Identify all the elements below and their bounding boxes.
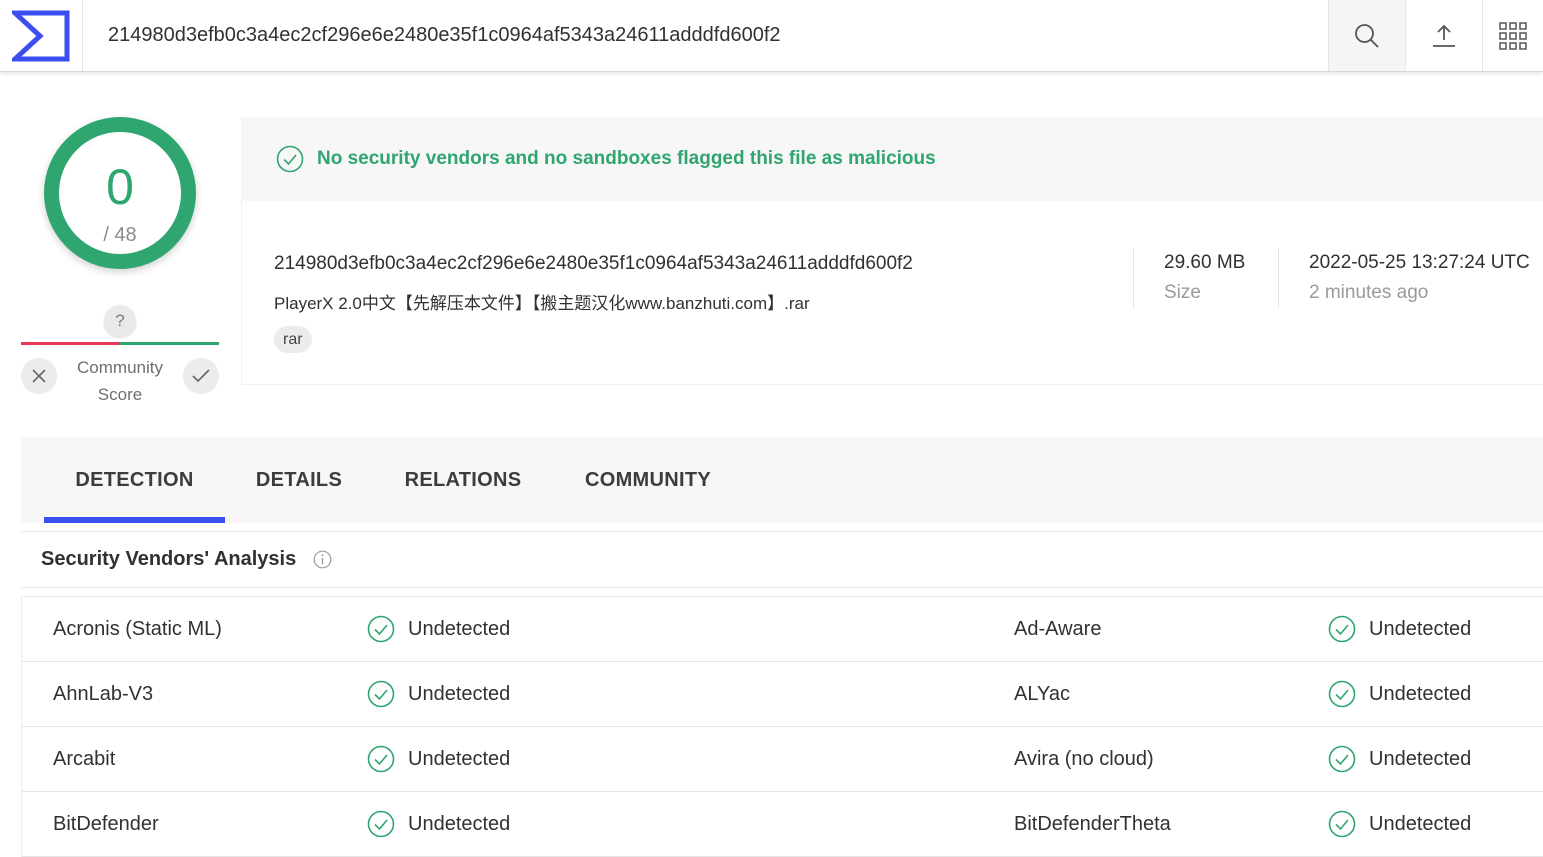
analysis-date-value: 2022-05-25 13:27:24 UTC <box>1309 252 1530 273</box>
community-bar-positive <box>120 342 219 345</box>
vendor-result: Undetected <box>367 597 510 661</box>
table-row: Arcabit Undetected Avira (no cloud) Undetec… <box>22 727 1543 792</box>
vendor-result: Undetected <box>1328 597 1471 661</box>
top-bar <box>0 0 1543 72</box>
vendor-result-label: Undetected <box>408 617 511 640</box>
tab-community[interactable]: COMMUNITY <box>563 437 733 523</box>
table-row: Acronis (Static ML) Undetected Ad-Aware Und… <box>22 597 1543 662</box>
vendor-result-label: Undetected <box>408 747 511 770</box>
info-icon[interactable] <box>313 550 332 569</box>
detection-count: 0 <box>106 159 134 215</box>
vendor-name: BitDefender <box>53 813 159 835</box>
vendor-name: ALYac <box>1014 683 1070 705</box>
vendor-result: Undetected <box>1328 727 1471 791</box>
search-input[interactable] <box>83 0 1328 71</box>
close-icon <box>32 369 46 383</box>
check-circle-icon <box>367 680 395 708</box>
community-label-line2: Score <box>97 385 143 404</box>
report-tabs: DETECTION DETAILS RELATIONS COMMUNITY <box>21 437 1543 523</box>
file-name: PlayerX 2.0中文【先解压本文件】【搬主题汉化www.banzhuti.… <box>274 294 810 313</box>
check-circle-icon <box>367 810 395 838</box>
vendor-result-label: Undetected <box>1369 617 1472 640</box>
file-info-card: 214980d3efb0c3a4ec2cf296e6e2480e35f1c096… <box>241 201 1543 385</box>
vendor-result: Undetected <box>1328 662 1471 726</box>
vendor-result: Undetected <box>367 727 510 791</box>
check-circle-icon <box>1328 680 1356 708</box>
check-circle-icon <box>1328 810 1356 838</box>
active-tab-indicator <box>44 517 225 523</box>
check-circle-icon <box>367 745 395 773</box>
vote-harmless-button[interactable] <box>183 358 219 394</box>
search-button[interactable] <box>1328 0 1406 71</box>
vote-harmful-button[interactable] <box>21 358 57 394</box>
check-circle-icon <box>1328 745 1356 773</box>
vendor-name: BitDefenderTheta <box>1014 813 1171 835</box>
upload-button[interactable] <box>1406 0 1482 71</box>
verdict-message: No security vendors and no sandboxes fla… <box>317 148 936 169</box>
check-icon <box>192 369 210 383</box>
analysis-header: Security Vendors' Analysis <box>21 531 1543 588</box>
vendor-result-label: Undetected <box>408 682 511 705</box>
vendor-result: Undetected <box>367 792 510 856</box>
vendor-result-label: Undetected <box>1369 682 1472 705</box>
vendor-table: Acronis (Static ML) Undetected Ad-Aware Und… <box>21 596 1543 857</box>
tab-detection[interactable]: DETECTION <box>44 437 225 523</box>
file-hash[interactable]: 214980d3efb0c3a4ec2cf296e6e2480e35f1c096… <box>274 253 913 275</box>
vendor-name: Arcabit <box>53 748 116 770</box>
apps-button[interactable] <box>1482 0 1543 71</box>
virustotal-logo[interactable] <box>0 0 83 71</box>
analysis-date-relative: 2 minutes ago <box>1309 282 1429 303</box>
check-circle-icon <box>1328 615 1356 643</box>
search-icon <box>1355 23 1379 48</box>
vendor-result-label: Undetected <box>408 812 511 835</box>
community-bar-negative <box>21 342 120 345</box>
apps-grid-icon <box>1499 21 1527 50</box>
file-type-tag[interactable]: rar <box>274 326 312 353</box>
detection-score-inner: 0 / 48 <box>59 132 181 254</box>
table-row: AhnLab-V3 Undetected ALYac Undetected <box>22 662 1543 727</box>
file-size-label: Size <box>1164 282 1201 303</box>
check-circle-icon <box>276 145 304 173</box>
community-label-line1: Community <box>77 358 163 377</box>
analysis-title: Security Vendors' Analysis <box>41 548 297 570</box>
vendor-result-label: Undetected <box>1369 812 1472 835</box>
vendor-result: Undetected <box>1328 792 1471 856</box>
file-size-value: 29.60 MB <box>1164 252 1246 273</box>
vendor-name: AhnLab-V3 <box>53 683 154 705</box>
tab-details[interactable]: DETAILS <box>235 437 363 523</box>
community-score-value: ? <box>104 305 136 337</box>
vendor-name: Avira (no cloud) <box>1014 748 1154 770</box>
check-circle-icon <box>367 615 395 643</box>
table-row: BitDefender Undetected BitDefenderTheta Und… <box>22 792 1543 857</box>
detection-score-ring: 0 / 48 <box>44 117 196 269</box>
verdict-banner: No security vendors and no sandboxes fla… <box>241 117 1543 201</box>
vendor-name: Acronis (Static ML) <box>53 618 222 640</box>
divider <box>1278 248 1279 308</box>
vendor-result-label: Undetected <box>1369 747 1472 770</box>
upload-icon <box>1433 24 1455 47</box>
tab-relations[interactable]: RELATIONS <box>383 437 543 523</box>
detection-total: / 48 <box>103 224 137 246</box>
vendor-result: Undetected <box>367 662 510 726</box>
vendor-name: Ad-Aware <box>1014 618 1102 640</box>
divider <box>1133 248 1134 308</box>
community-score-label: Community Score <box>62 354 178 408</box>
